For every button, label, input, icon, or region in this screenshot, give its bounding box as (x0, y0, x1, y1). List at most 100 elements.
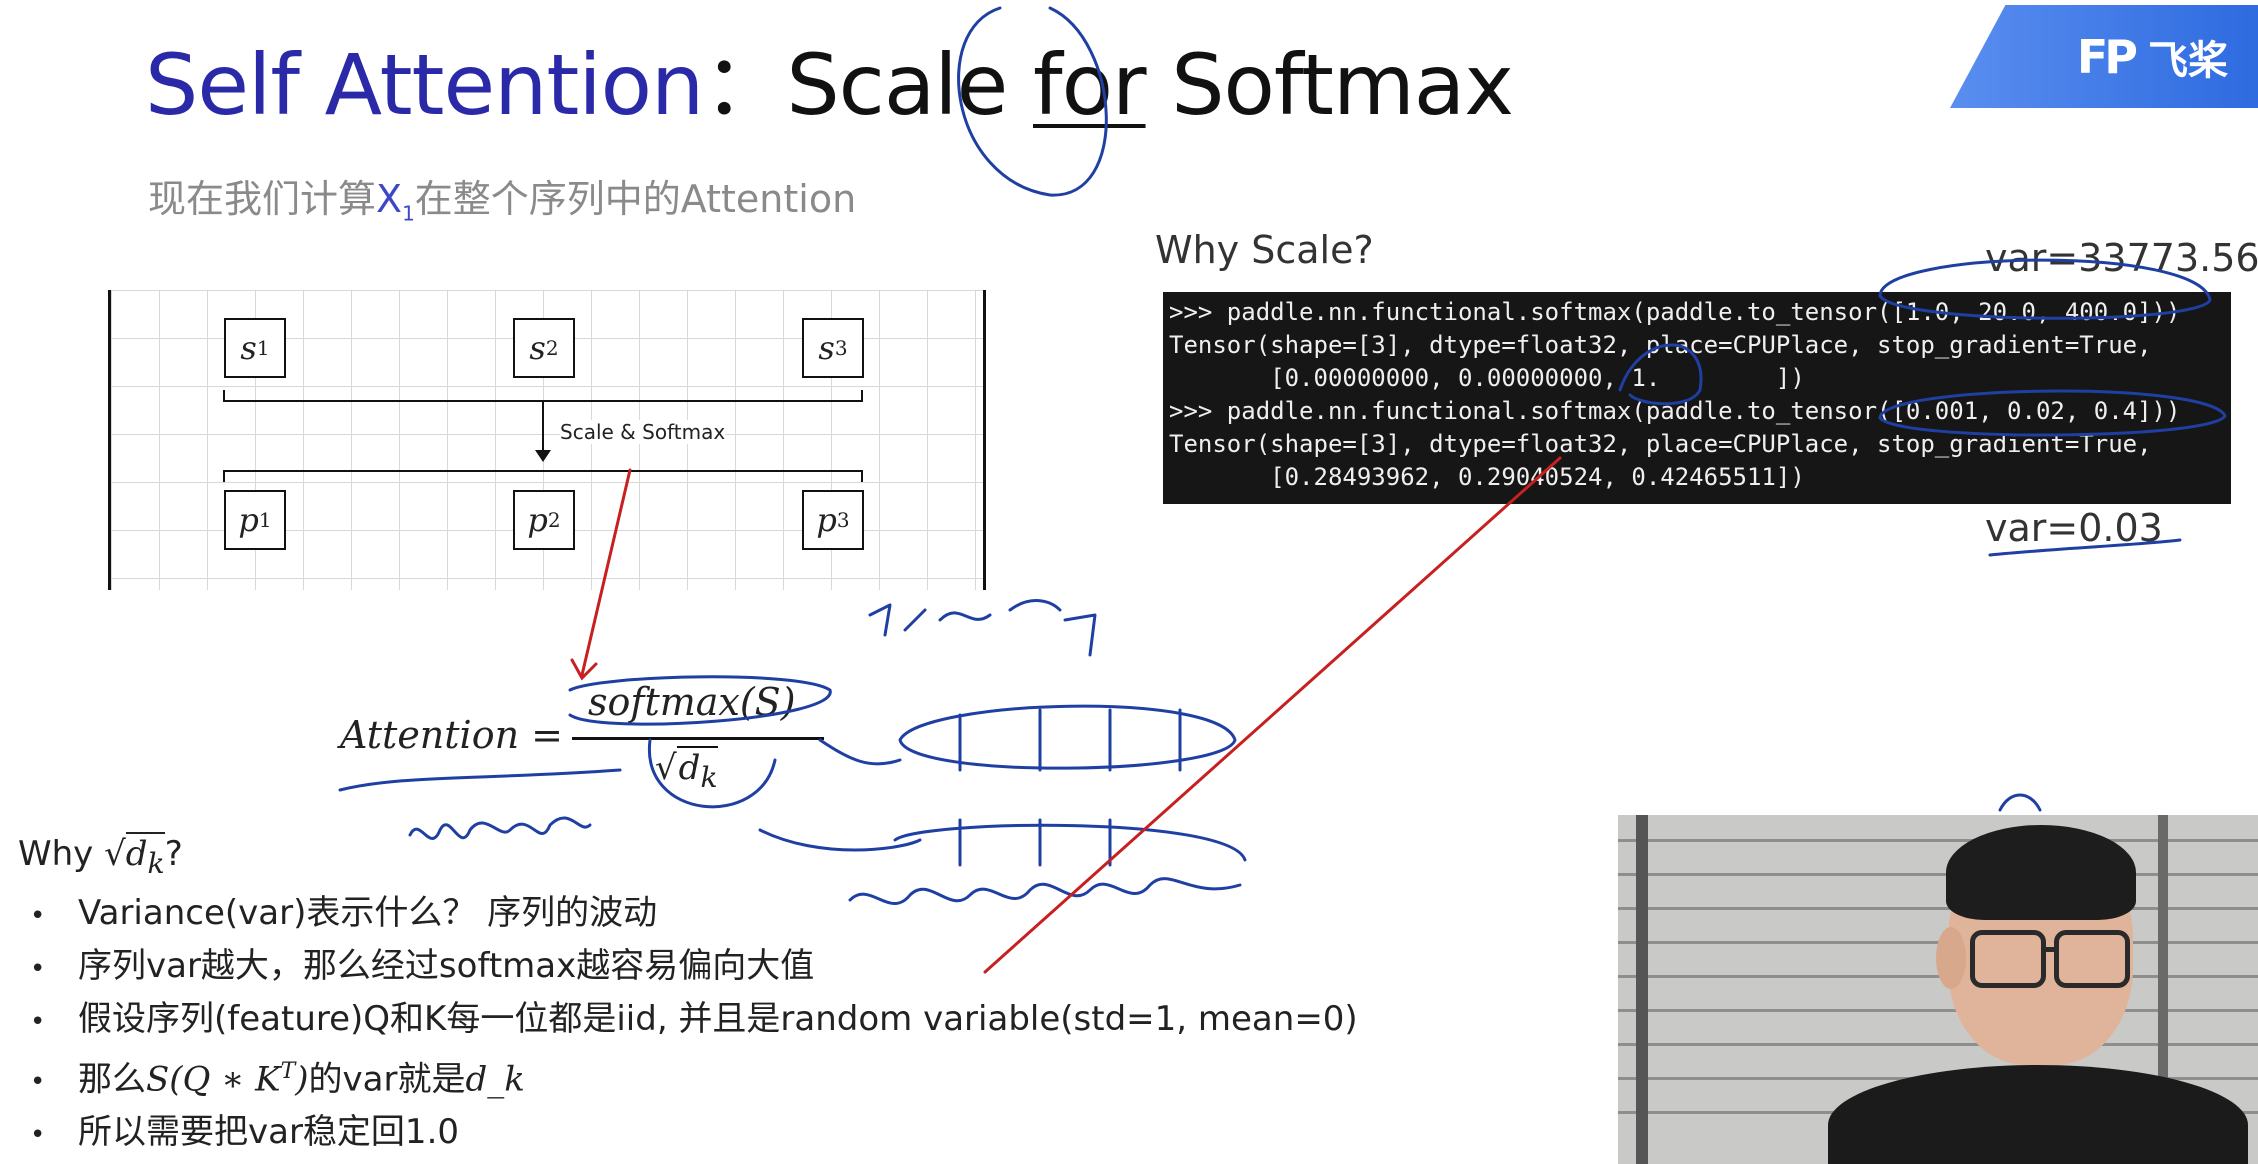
down-arrow-icon (535, 450, 551, 462)
subtitle-x: X (376, 177, 403, 221)
terminal-line: Tensor(shape=[3], dtype=float32, place=C… (1169, 331, 2152, 359)
title-underlined-word: for (1033, 36, 1146, 134)
subtitle-x1: X1 (376, 177, 415, 226)
scale-softmax-label: Scale & Softmax (560, 420, 726, 444)
sqrt-icon: √ (104, 834, 126, 874)
matrix-q-sketch (898, 704, 1237, 770)
bullet-icon: • (30, 1067, 46, 1098)
prob-index: 2 (547, 508, 561, 532)
bullet-item: • Variance(var)表示什么？ 序列的波动 (30, 888, 1600, 941)
score-index: 1 (256, 336, 270, 360)
title-part2: Scale (786, 36, 1034, 134)
why-scale-heading: Why Scale? (1155, 228, 1374, 272)
terminal-line: [0.28493962, 0.29040524, 0.42465511]) (1169, 463, 1805, 491)
presenter-ear (1936, 927, 1966, 989)
formula-lhs: Attention = (340, 713, 563, 757)
why-sqrt-dk: √dk (104, 832, 165, 880)
slide-title: Self Attention：Scale for Softmax (145, 18, 1514, 139)
logo-mark-icon: FP (2076, 29, 2138, 84)
variance-low-label: var=0.03 (1985, 506, 2163, 550)
bullet-math: S(Q ∗ K (146, 1059, 281, 1100)
handwritten-weights (408, 816, 592, 840)
bullet-text: 那么 (78, 1059, 146, 1100)
prob-symbol: p (816, 501, 837, 539)
bottom-bracket (223, 470, 863, 472)
bullet-text: 假设序列(feature)Q和K每一位都是iid, 并且是random vari… (78, 999, 1358, 1039)
scale-softmax-diagram: s1 s2 s3 Scale & Softmax p1 p2 p3 (100, 290, 990, 595)
red-arrow-head-icon (570, 658, 598, 681)
bullet-item: • 所以需要把var稳定回1.0 (30, 1107, 1600, 1160)
score-symbol: s (240, 329, 257, 367)
underline-weights (338, 768, 622, 792)
arrow-to-k (758, 828, 922, 852)
subtitle-before: 现在我们计算 (148, 177, 377, 221)
terminal-line: Tensor(shape=[3], dtype=float32, place=C… (1169, 430, 2152, 458)
arrow-to-q (818, 738, 902, 766)
title-part1: Self Attention (145, 36, 704, 134)
formula-denominator: √dk (655, 746, 718, 794)
handwritten-s-terms (868, 599, 1097, 657)
terminal-line: >>> paddle.nn.functional.softmax(paddle.… (1169, 298, 2181, 326)
title-separator: ： (703, 36, 787, 134)
bullet-math: d_k (465, 1059, 525, 1100)
bullet-icon: • (30, 954, 46, 984)
variance-high-label: var=33773.56 (1985, 236, 2258, 280)
score-box-1: s1 (224, 318, 286, 378)
why-d: d (125, 834, 148, 874)
presenter-webcam (1618, 815, 2258, 1164)
subtitle-after: 在整个序列中的Attention (414, 177, 857, 221)
explanation-bullets: • Variance(var)表示什么？ 序列的波动 • 序列var越大，那么经过s… (30, 888, 1600, 1160)
glasses-icon (1970, 930, 2046, 988)
why-prefix: Why (18, 834, 105, 874)
bullet-text: Variance(var)表示什么？ 序列的波动 (78, 893, 658, 933)
fraction-bar (572, 737, 824, 740)
presenter-hair (1946, 825, 2136, 920)
score-symbol: s (818, 329, 835, 367)
prob-index: 3 (836, 508, 850, 532)
glasses-bridge (2042, 947, 2058, 952)
bullet-icon: • (30, 1120, 46, 1151)
score-box-3: s3 (802, 318, 864, 378)
den-k: k (700, 760, 718, 794)
bullet-item: • 那么S(Q ∗ KT)的var就是d_k (30, 1047, 1600, 1107)
sqrt-content: dk (676, 746, 718, 794)
matrix-q-columns (958, 708, 1182, 772)
prob-box-1: p1 (224, 490, 286, 550)
bullet-math-close: ) (295, 1059, 309, 1100)
bullet-text: 所以需要把var稳定回1.0 (78, 1112, 460, 1153)
score-symbol: s (529, 329, 546, 367)
title-part3: Softmax (1145, 36, 1514, 134)
terminal-line: [0.00000000, 0.00000000, 1. ]) (1169, 364, 1805, 392)
paddle-logo: FP 飞桨 (1950, 5, 2258, 108)
terminal-output: >>> paddle.nn.functional.softmax(paddle.… (1163, 292, 2231, 504)
window-frame (1636, 815, 1648, 1164)
stray-stroke (1998, 793, 2042, 812)
prob-symbol: p (238, 501, 259, 539)
prob-symbol: p (527, 501, 548, 539)
why-k: k (147, 846, 165, 880)
subtitle-x-index: 1 (402, 201, 415, 226)
logo-text: 飞桨 (2148, 37, 2228, 84)
score-index: 2 (545, 336, 559, 360)
slide-subtitle: 现在我们计算X1在整个序列中的Attention (148, 168, 856, 226)
bullet-icon: • (30, 1007, 46, 1037)
score-index: 3 (834, 336, 848, 360)
den-d: d (678, 748, 701, 788)
prob-box-3: p3 (802, 490, 864, 550)
bullet-text: 序列var越大，那么经过softmax越容易偏向大值 (78, 946, 815, 986)
bullet-item: • 序列var越大，那么经过softmax越容易偏向大值 (30, 941, 1600, 994)
bullet-math-sup: T (280, 1059, 296, 1084)
prob-box-2: p2 (513, 490, 575, 550)
down-arrow-shaft (542, 402, 544, 454)
bullet-item: • 假设序列(feature)Q和K每一位都是iid, 并且是random var… (30, 994, 1600, 1047)
glasses-icon (2054, 930, 2130, 988)
terminal-line: >>> paddle.nn.functional.softmax(paddle.… (1169, 397, 2181, 425)
formula-numerator: softmax(S) (588, 680, 796, 724)
bracket-tick (223, 470, 225, 482)
sqrt-icon: √ (655, 748, 677, 788)
score-box-2: s2 (513, 318, 575, 378)
matrix-k-columns (958, 818, 1112, 867)
why-sqrt-content: dk (125, 832, 165, 880)
why-dk-heading: Why √dk? (18, 832, 183, 880)
bullet-text: 的var就是 (308, 1059, 466, 1100)
